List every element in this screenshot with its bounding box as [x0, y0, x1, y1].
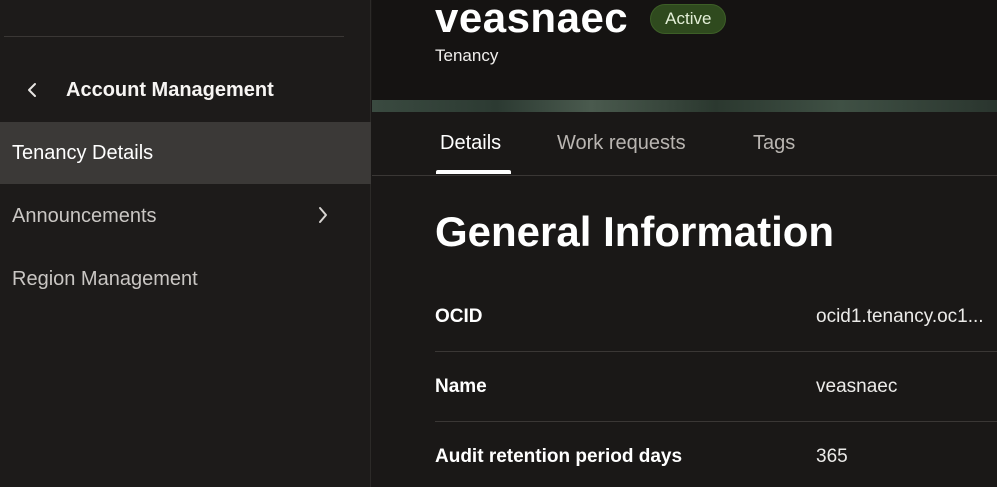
- info-label: Audit retention period days: [435, 446, 683, 467]
- sidebar-item-tenancy-details[interactable]: Tenancy Details: [0, 122, 371, 184]
- info-row-ocid: OCID ocid1.tenancy.oc1...: [435, 282, 997, 352]
- page-header: veasnaec Active Tenancy: [372, 0, 997, 100]
- sidebar-item-label: Region Management: [12, 267, 198, 290]
- tab-work-requests[interactable]: Work requests: [557, 132, 686, 155]
- sidebar-back-row: Account Management: [0, 66, 371, 114]
- sidebar-item-region-management[interactable]: Region Management: [0, 248, 371, 310]
- info-value: veasnaec: [816, 375, 898, 397]
- active-tab-indicator: [436, 170, 511, 174]
- sidebar-item-announcements[interactable]: Announcements: [0, 185, 371, 247]
- info-label: OCID: [435, 305, 483, 327]
- info-value: 365: [816, 446, 848, 467]
- page-subtitle: Tenancy: [435, 46, 499, 65]
- page-title-row: veasnaec Active: [435, 0, 727, 42]
- sidebar: Account Management Tenancy Details Annou…: [0, 0, 371, 487]
- info-row-name: Name veasnaec: [435, 352, 997, 422]
- tab-details[interactable]: Details: [440, 132, 501, 155]
- chevron-left-icon[interactable]: [20, 78, 44, 102]
- chevron-right-icon[interactable]: [313, 203, 333, 227]
- sidebar-item-label: Tenancy Details: [12, 141, 154, 164]
- info-value[interactable]: ocid1.tenancy.oc1...: [816, 306, 984, 328]
- header-banner-image: [372, 100, 997, 112]
- info-row-audit-retention: Audit retention period days 365: [435, 422, 997, 487]
- section-title: General Information: [435, 208, 835, 255]
- sidebar-divider: [4, 36, 344, 37]
- page-title: veasnaec: [435, 0, 629, 41]
- sidebar-section-title: Account Management: [66, 78, 274, 101]
- info-label: Name: [435, 375, 487, 397]
- tab-bar: Details Work requests Tags: [372, 112, 997, 176]
- status-badge: Active: [650, 4, 727, 34]
- main-content: veasnaec Active Tenancy Details Work req…: [372, 0, 997, 487]
- sidebar-item-label: Announcements: [12, 204, 157, 227]
- app-window: Account Management Tenancy Details Annou…: [0, 0, 997, 487]
- tab-tags[interactable]: Tags: [753, 132, 795, 155]
